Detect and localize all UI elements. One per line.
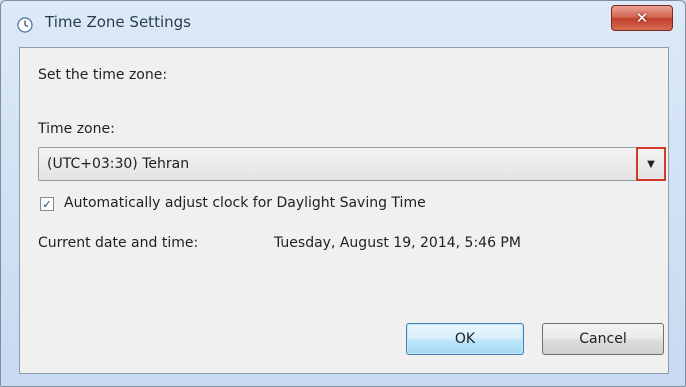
window-title: Time Zone Settings [45,13,191,31]
current-date-time-label: Current date and time: [38,235,199,251]
clock-globe-icon [17,17,33,33]
chevron-down-icon[interactable]: ▼ [636,147,666,181]
title-bar[interactable]: Time Zone Settings ✕ [1,1,685,47]
time-zone-settings-window: Time Zone Settings ✕ Set the time zone: … [0,0,686,387]
dst-checkbox-label[interactable]: Automatically adjust clock for Daylight … [64,195,426,211]
time-zone-label: Time zone: [38,121,115,137]
check-icon: ✓ [42,197,52,211]
set-time-zone-heading: Set the time zone: [38,67,168,83]
dst-checkbox[interactable]: ✓ [40,197,54,211]
dialog-body: Set the time zone: Time zone: (UTC+03:30… [19,47,669,374]
dropdown-arrow-glyph: ▼ [647,158,655,170]
time-zone-selected-value: (UTC+03:30) Tehran [47,156,190,172]
cancel-button[interactable]: Cancel [542,323,664,355]
time-zone-dropdown[interactable]: (UTC+03:30) Tehran ▼ [38,147,666,181]
current-date-time-value: Tuesday, August 19, 2014, 5:46 PM [274,235,521,251]
close-icon: ✕ [635,9,649,27]
close-button[interactable]: ✕ [611,5,673,31]
ok-button[interactable]: OK [406,323,524,355]
